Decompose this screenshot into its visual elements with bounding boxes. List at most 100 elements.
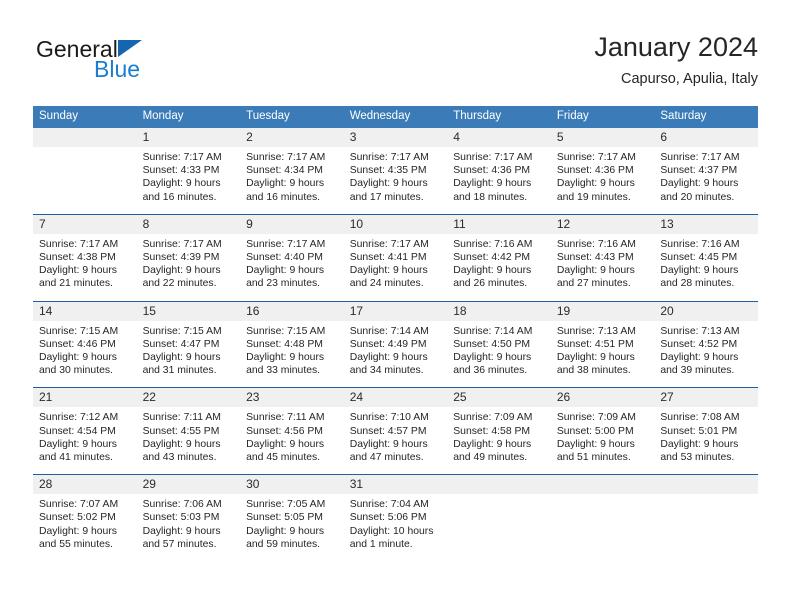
day-cell[interactable]: Sunrise: 7:11 AM Sunset: 4:56 PM Dayligh… xyxy=(240,407,344,475)
daylight-text-cont: and 33 minutes. xyxy=(246,365,321,377)
sunset-text: Sunset: 4:50 PM xyxy=(453,338,531,350)
sunset-text: Sunset: 4:45 PM xyxy=(660,252,738,264)
sunrise-text: Sunrise: 7:07 AM xyxy=(39,499,119,511)
daylight-text: Daylight: 9 hours xyxy=(142,352,221,364)
day-number[interactable]: 12 xyxy=(550,214,655,234)
daylight-text: Daylight: 9 hours xyxy=(39,438,117,450)
day-number[interactable] xyxy=(33,128,137,147)
day-number[interactable]: 26 xyxy=(550,388,655,408)
day-cell[interactable]: Sunrise: 7:09 AM Sunset: 4:58 PM Dayligh… xyxy=(447,407,551,475)
day-number[interactable]: 6 xyxy=(654,128,758,147)
day-cell[interactable]: Sunrise: 7:11 AM Sunset: 4:55 PM Dayligh… xyxy=(136,407,241,475)
week-info-row: Sunrise: 7:17 AM Sunset: 4:33 PM Dayligh… xyxy=(33,147,758,214)
day-cell[interactable]: Sunrise: 7:13 AM Sunset: 4:51 PM Dayligh… xyxy=(550,320,655,388)
day-cell[interactable]: Sunrise: 7:17 AM Sunset: 4:39 PM Dayligh… xyxy=(136,233,241,301)
daylight-text-cont: and 21 minutes. xyxy=(39,278,113,290)
day-number[interactable]: 23 xyxy=(240,388,344,408)
day-number[interactable]: 13 xyxy=(654,214,758,234)
daylight-text-cont: and 45 minutes. xyxy=(246,452,321,464)
day-cell[interactable]: Sunrise: 7:12 AM Sunset: 4:54 PM Dayligh… xyxy=(33,407,137,475)
day-cell[interactable]: Sunrise: 7:17 AM Sunset: 4:34 PM Dayligh… xyxy=(240,147,344,214)
day-number[interactable]: 22 xyxy=(136,388,241,408)
sunrise-text: Sunrise: 7:06 AM xyxy=(142,499,222,511)
sunset-text: Sunset: 4:37 PM xyxy=(660,165,738,177)
day-cell[interactable]: Sunrise: 7:05 AM Sunset: 5:05 PM Dayligh… xyxy=(240,494,344,562)
day-number[interactable]: 5 xyxy=(550,128,655,147)
day-cell[interactable]: Sunrise: 7:17 AM Sunset: 4:41 PM Dayligh… xyxy=(343,233,448,301)
day-number[interactable]: 4 xyxy=(447,128,551,147)
day-number[interactable]: 24 xyxy=(343,388,448,408)
day-number[interactable]: 20 xyxy=(654,301,758,321)
day-number[interactable]: 1 xyxy=(136,128,241,147)
day-cell[interactable] xyxy=(654,494,758,562)
day-cell[interactable]: Sunrise: 7:17 AM Sunset: 4:37 PM Dayligh… xyxy=(654,147,758,214)
daylight-text-cont: and 1 minute. xyxy=(349,538,413,550)
sunset-text: Sunset: 4:43 PM xyxy=(556,252,634,264)
daylight-text-cont: and 30 minutes. xyxy=(39,365,113,377)
day-number[interactable]: 25 xyxy=(447,388,551,408)
day-number[interactable]: 19 xyxy=(550,301,655,321)
day-cell[interactable]: Sunrise: 7:17 AM Sunset: 4:35 PM Dayligh… xyxy=(343,147,448,214)
day-cell[interactable]: Sunrise: 7:17 AM Sunset: 4:36 PM Dayligh… xyxy=(550,147,655,214)
sunrise-text: Sunrise: 7:17 AM xyxy=(246,152,326,163)
daylight-text: Daylight: 9 hours xyxy=(39,265,117,277)
day-number[interactable] xyxy=(447,475,551,495)
day-cell[interactable]: Sunrise: 7:16 AM Sunset: 4:42 PM Dayligh… xyxy=(447,233,551,301)
daylight-text-cont: and 18 minutes. xyxy=(453,191,528,203)
day-cell[interactable]: Sunrise: 7:16 AM Sunset: 4:45 PM Dayligh… xyxy=(654,233,758,301)
day-cell[interactable]: Sunrise: 7:17 AM Sunset: 4:38 PM Dayligh… xyxy=(33,233,137,301)
day-number[interactable]: 9 xyxy=(240,214,344,234)
day-cell[interactable]: Sunrise: 7:08 AM Sunset: 5:01 PM Dayligh… xyxy=(654,407,758,475)
day-cell[interactable]: Sunrise: 7:15 AM Sunset: 4:48 PM Dayligh… xyxy=(240,320,344,388)
sunrise-text: Sunrise: 7:14 AM xyxy=(453,325,533,337)
day-number[interactable]: 17 xyxy=(343,301,448,321)
daylight-text-cont: and 31 minutes. xyxy=(142,365,217,377)
day-number[interactable]: 31 xyxy=(343,475,448,495)
daylight-text: Daylight: 9 hours xyxy=(349,352,428,364)
day-cell[interactable]: Sunrise: 7:04 AM Sunset: 5:06 PM Dayligh… xyxy=(343,494,448,562)
day-cell[interactable]: Sunrise: 7:07 AM Sunset: 5:02 PM Dayligh… xyxy=(33,494,137,562)
day-cell[interactable] xyxy=(447,494,551,562)
day-cell[interactable] xyxy=(33,147,137,214)
day-number[interactable]: 3 xyxy=(343,128,448,147)
day-cell[interactable]: Sunrise: 7:10 AM Sunset: 4:57 PM Dayligh… xyxy=(343,407,448,475)
day-cell[interactable] xyxy=(550,494,655,562)
day-number[interactable]: 16 xyxy=(240,301,344,321)
day-number[interactable]: 14 xyxy=(33,301,137,321)
day-cell[interactable]: Sunrise: 7:17 AM Sunset: 4:40 PM Dayligh… xyxy=(240,233,344,301)
day-cell[interactable]: Sunrise: 7:17 AM Sunset: 4:33 PM Dayligh… xyxy=(136,147,241,214)
day-number[interactable]: 18 xyxy=(447,301,551,321)
sunset-text: Sunset: 4:55 PM xyxy=(142,425,220,437)
daylight-text-cont: and 16 minutes. xyxy=(246,191,321,203)
calendar-body: 1 2 3 4 5 6 Sunrise: 7:17 AM Sunset: 4:3… xyxy=(33,128,758,562)
day-cell[interactable]: Sunrise: 7:14 AM Sunset: 4:49 PM Dayligh… xyxy=(343,320,448,388)
day-number[interactable]: 2 xyxy=(240,128,344,147)
day-cell[interactable]: Sunrise: 7:06 AM Sunset: 5:03 PM Dayligh… xyxy=(136,494,241,562)
day-number[interactable]: 10 xyxy=(343,214,448,234)
daylight-text: Daylight: 9 hours xyxy=(142,438,221,450)
daylight-text: Daylight: 9 hours xyxy=(349,265,428,277)
day-number[interactable]: 11 xyxy=(447,214,551,234)
day-cell[interactable]: Sunrise: 7:15 AM Sunset: 4:47 PM Dayligh… xyxy=(136,320,241,388)
day-cell[interactable]: Sunrise: 7:15 AM Sunset: 4:46 PM Dayligh… xyxy=(33,320,137,388)
weekday-header-thursday: Thursday xyxy=(447,106,551,128)
day-number[interactable]: 21 xyxy=(33,388,137,408)
day-number[interactable]: 27 xyxy=(654,388,758,408)
daylight-text-cont: and 59 minutes. xyxy=(246,538,321,550)
sunrise-text: Sunrise: 7:17 AM xyxy=(453,152,533,163)
day-cell[interactable]: Sunrise: 7:14 AM Sunset: 4:50 PM Dayligh… xyxy=(447,320,551,388)
day-number[interactable]: 7 xyxy=(33,214,137,234)
day-cell[interactable]: Sunrise: 7:17 AM Sunset: 4:36 PM Dayligh… xyxy=(447,147,551,214)
day-number[interactable]: 28 xyxy=(33,475,137,495)
daylight-text: Daylight: 9 hours xyxy=(142,265,221,277)
sunrise-text: Sunrise: 7:09 AM xyxy=(453,412,533,424)
day-number[interactable]: 30 xyxy=(240,475,344,495)
day-number[interactable]: 8 xyxy=(136,214,241,234)
day-cell[interactable]: Sunrise: 7:13 AM Sunset: 4:52 PM Dayligh… xyxy=(654,320,758,388)
day-number[interactable] xyxy=(654,475,758,495)
day-number[interactable]: 29 xyxy=(136,475,241,495)
day-number[interactable]: 15 xyxy=(136,301,241,321)
day-number[interactable] xyxy=(550,475,655,495)
day-cell[interactable]: Sunrise: 7:09 AM Sunset: 5:00 PM Dayligh… xyxy=(550,407,655,475)
day-cell[interactable]: Sunrise: 7:16 AM Sunset: 4:43 PM Dayligh… xyxy=(550,233,655,301)
